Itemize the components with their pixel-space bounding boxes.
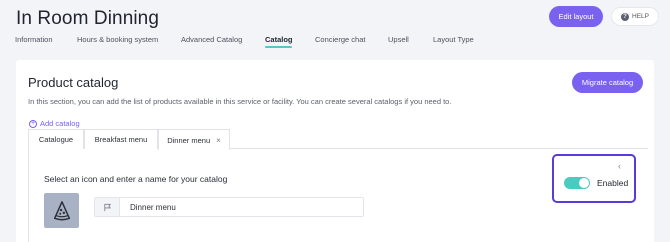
flag-icon — [95, 198, 120, 216]
enabled-toggle[interactable] — [564, 177, 590, 189]
enabled-label: Enabled — [597, 178, 629, 188]
catalog-name-input[interactable] — [130, 202, 350, 212]
tab-advanced-catalog[interactable]: Advanced Catalog — [181, 35, 242, 44]
section-description: In this section, you can add the list of… — [28, 97, 452, 106]
close-icon[interactable]: × — [216, 136, 221, 145]
catalog-name-field[interactable] — [94, 197, 364, 217]
toggle-knob — [579, 178, 589, 188]
product-catalog-card: Product catalog Migrate catalog In this … — [16, 60, 654, 242]
edit-layout-button[interactable]: Edit layout — [549, 6, 603, 27]
tab-concierge-chat[interactable]: Concierge chat — [315, 35, 365, 44]
help-button[interactable]: ? HELP — [612, 8, 658, 25]
catalog-tabs: Catalogue Breakfast menu Dinner menu × — [28, 129, 648, 150]
catalog-tab-breakfast-menu[interactable]: Breakfast menu — [84, 129, 158, 149]
catalog-tab-label: Catalogue — [38, 135, 74, 144]
catalog-tab-catalogue[interactable]: Catalogue — [28, 129, 84, 149]
help-label: HELP — [632, 13, 649, 20]
catalog-tab-dinner-menu[interactable]: Dinner menu × — [158, 129, 230, 150]
tab-layout-type[interactable]: Layout Type — [433, 35, 474, 44]
chevron-left-icon[interactable]: ‹ — [618, 161, 621, 171]
icon-name-prompt: Select an icon and enter a name for your… — [44, 174, 228, 184]
add-catalog-label: Add catalog — [40, 119, 80, 128]
status-panel: ‹ Enabled — [552, 154, 636, 203]
tab-catalog[interactable]: Catalog — [265, 35, 293, 44]
page-title: In Room Dinning — [16, 8, 160, 29]
migrate-catalog-button[interactable]: Migrate catalog — [572, 72, 643, 93]
plus-circle-icon: + — [29, 119, 37, 128]
tab-upsell[interactable]: Upsell — [388, 35, 409, 44]
section-title: Product catalog — [28, 75, 119, 90]
active-tab-indicator — [265, 46, 292, 48]
question-circle-icon: ? — [621, 12, 629, 21]
catalog-icon-picker[interactable] — [44, 193, 79, 228]
tab-information[interactable]: Information — [15, 35, 53, 44]
tab-hours-booking[interactable]: Hours & booking system — [77, 35, 158, 44]
add-catalog-button[interactable]: + Add catalog — [29, 119, 80, 128]
catalog-tab-label: Breakfast menu — [94, 135, 148, 144]
top-nav: Information Hours & booking system Advan… — [0, 35, 670, 49]
pizza-slice-icon — [53, 200, 70, 220]
catalog-tab-label: Dinner menu — [167, 135, 211, 145]
